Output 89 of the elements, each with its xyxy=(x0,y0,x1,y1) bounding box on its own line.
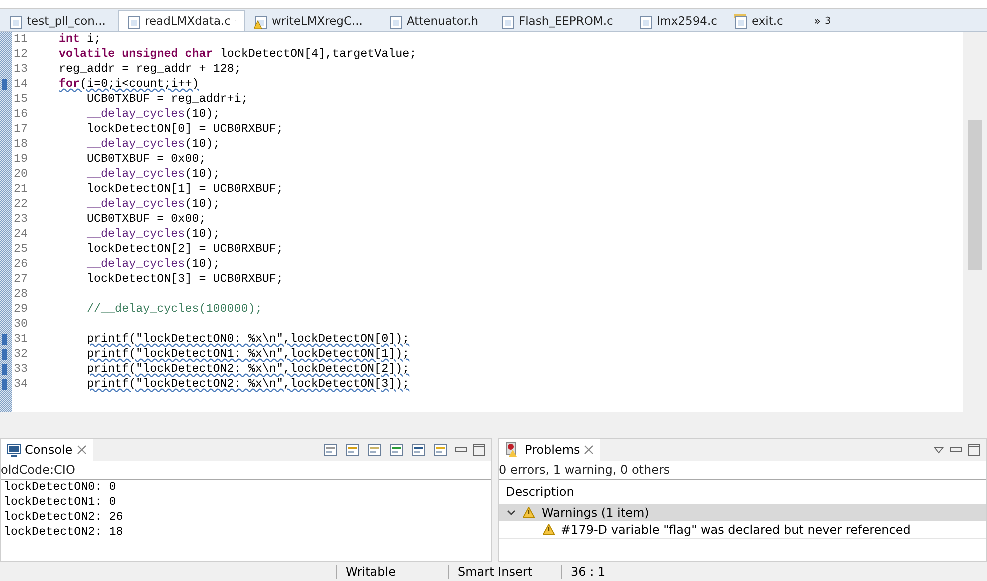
vertical-scrollbar[interactable] xyxy=(963,32,987,412)
code-line: for(i=0;i<count;i++) xyxy=(59,77,200,92)
file-icon xyxy=(389,13,403,29)
code-line: printf("lockDetectON2: %x\n",lockDetectON[3]); xyxy=(87,377,410,392)
maximize-icon[interactable] xyxy=(968,444,980,456)
code-line: printf("lockDetectON1: %x\n",lockDetectON[1]); xyxy=(87,347,410,362)
code-line: volatile unsigned char lockDetectON[4],targetValue; xyxy=(59,47,417,62)
console-output-line: lockDetectON2: 26 xyxy=(3,510,124,525)
column-header[interactable]: Description xyxy=(499,480,986,504)
code-line: lockDetectON[1] = UCB0RXBUF; xyxy=(87,182,284,197)
close-icon[interactable] xyxy=(584,445,594,455)
folder-file-icon xyxy=(734,13,748,29)
group-label: Warnings (1 item) xyxy=(542,506,650,520)
tree-group-row[interactable]: Warnings (1 item) xyxy=(499,504,986,521)
code-line: __delay_cycles(10); xyxy=(87,257,220,272)
line-number: 27 xyxy=(13,272,30,287)
file-icon xyxy=(9,13,23,29)
close-icon[interactable] xyxy=(76,445,87,455)
line-number: 14 xyxy=(13,77,30,92)
code-line: __delay_cycles(10); xyxy=(87,227,220,242)
code-line: __delay_cycles(10); xyxy=(87,197,220,212)
line-number: 32 xyxy=(13,347,30,362)
line-number: 15 xyxy=(13,92,30,107)
view-menu-icon[interactable] xyxy=(934,446,944,454)
line-number: 29 xyxy=(13,302,30,317)
chevron-icon[interactable] xyxy=(507,508,516,517)
code-line: UCB0TXBUF = 0x00; xyxy=(87,152,206,167)
code-line: lockDetectON[3] = UCB0RXBUF; xyxy=(87,272,284,287)
line-number: 23 xyxy=(13,212,30,227)
editor-tab[interactable]: exit.c xyxy=(725,10,805,31)
code-line: __delay_cycles(10); xyxy=(87,107,220,122)
status-field: 36 : 1 xyxy=(561,564,661,578)
line-number: 18 xyxy=(13,137,30,152)
line-number: 16 xyxy=(13,107,30,122)
maximize-icon[interactable] xyxy=(473,444,485,456)
file-icon xyxy=(639,13,653,29)
line-number: 22 xyxy=(13,197,30,212)
line-number: 31 xyxy=(13,332,30,347)
console-output-line: lockDetectON2: 18 xyxy=(3,525,124,540)
line-number: 11 xyxy=(13,32,30,47)
minimize-icon[interactable] xyxy=(455,447,467,453)
console-name: oldCode:CIO xyxy=(1,461,491,480)
horizontal-scrollbar[interactable] xyxy=(0,412,987,430)
console-output-line: lockDetectON0: 0 xyxy=(3,480,118,495)
line-number: 21 xyxy=(13,182,30,197)
file-icon xyxy=(127,13,141,29)
warning-icon xyxy=(523,507,535,518)
code-line: //__delay_cycles(100000); xyxy=(87,302,262,317)
file-icon xyxy=(501,13,515,29)
line-number: 13 xyxy=(13,62,30,77)
code-line: UCB0TXBUF = 0x00; xyxy=(87,212,206,227)
line-number: 19 xyxy=(13,152,30,167)
line-number: 34 xyxy=(13,377,30,392)
editor-tab[interactable]: writeLMXregC... xyxy=(245,10,380,31)
file-warning-icon xyxy=(254,13,268,29)
console-tab[interactable]: Console xyxy=(1,439,93,461)
code-line: reg_addr = reg_addr + 128; xyxy=(59,62,242,77)
editor-tab[interactable]: Flash_EEPROM.c xyxy=(492,10,630,31)
editor-tab[interactable]: lmx2594.c xyxy=(630,10,725,31)
code-line: __delay_cycles(10); xyxy=(87,167,220,182)
line-number: 25 xyxy=(13,242,30,257)
console-output-line: lockDetectON1: 0 xyxy=(3,495,118,510)
code-line: UCB0TXBUF = reg_addr+i; xyxy=(87,92,248,107)
line-number: 20 xyxy=(13,167,30,182)
editor-tab[interactable]: readLMXdata.c xyxy=(118,10,245,31)
line-number: 33 xyxy=(13,362,30,377)
status-field: Smart Insert xyxy=(448,564,561,578)
code-line: printf("lockDetectON0: %x\n",lockDetectON[0]); xyxy=(87,332,410,347)
warning-icon xyxy=(543,524,555,535)
code-line: int i; xyxy=(59,32,102,47)
problem-row[interactable]: #179-D variable "flag" was declared but never referenced xyxy=(499,521,986,539)
status-field: Writable xyxy=(336,564,448,578)
problems-summary: 0 errors, 1 warning, 0 others xyxy=(499,461,986,480)
editor-tab[interactable]: Attenuator.h xyxy=(380,10,492,31)
code-line: __delay_cycles(10); xyxy=(87,137,220,152)
monitor-icon xyxy=(7,444,21,456)
problems-tab[interactable]: Problems xyxy=(499,439,600,461)
code-line: lockDetectON[2] = UCB0RXBUF; xyxy=(87,242,284,257)
line-number: 17 xyxy=(13,122,30,137)
code-line: printf("lockDetectON2: %x\n",lockDetectON[2]); xyxy=(87,362,410,377)
code-line: lockDetectON[0] = UCB0RXBUF; xyxy=(87,122,284,137)
line-number: 26 xyxy=(13,257,30,272)
line-number: 24 xyxy=(13,227,30,242)
line-number: 30 xyxy=(13,317,30,332)
line-number: 12 xyxy=(13,47,30,62)
line-number: 28 xyxy=(13,287,30,302)
problem-description: #179-D variable "flag" was declared but never referenced xyxy=(561,522,911,536)
editor-tab[interactable]: test_pll_con... xyxy=(0,10,118,31)
minimize-icon[interactable] xyxy=(950,447,962,453)
